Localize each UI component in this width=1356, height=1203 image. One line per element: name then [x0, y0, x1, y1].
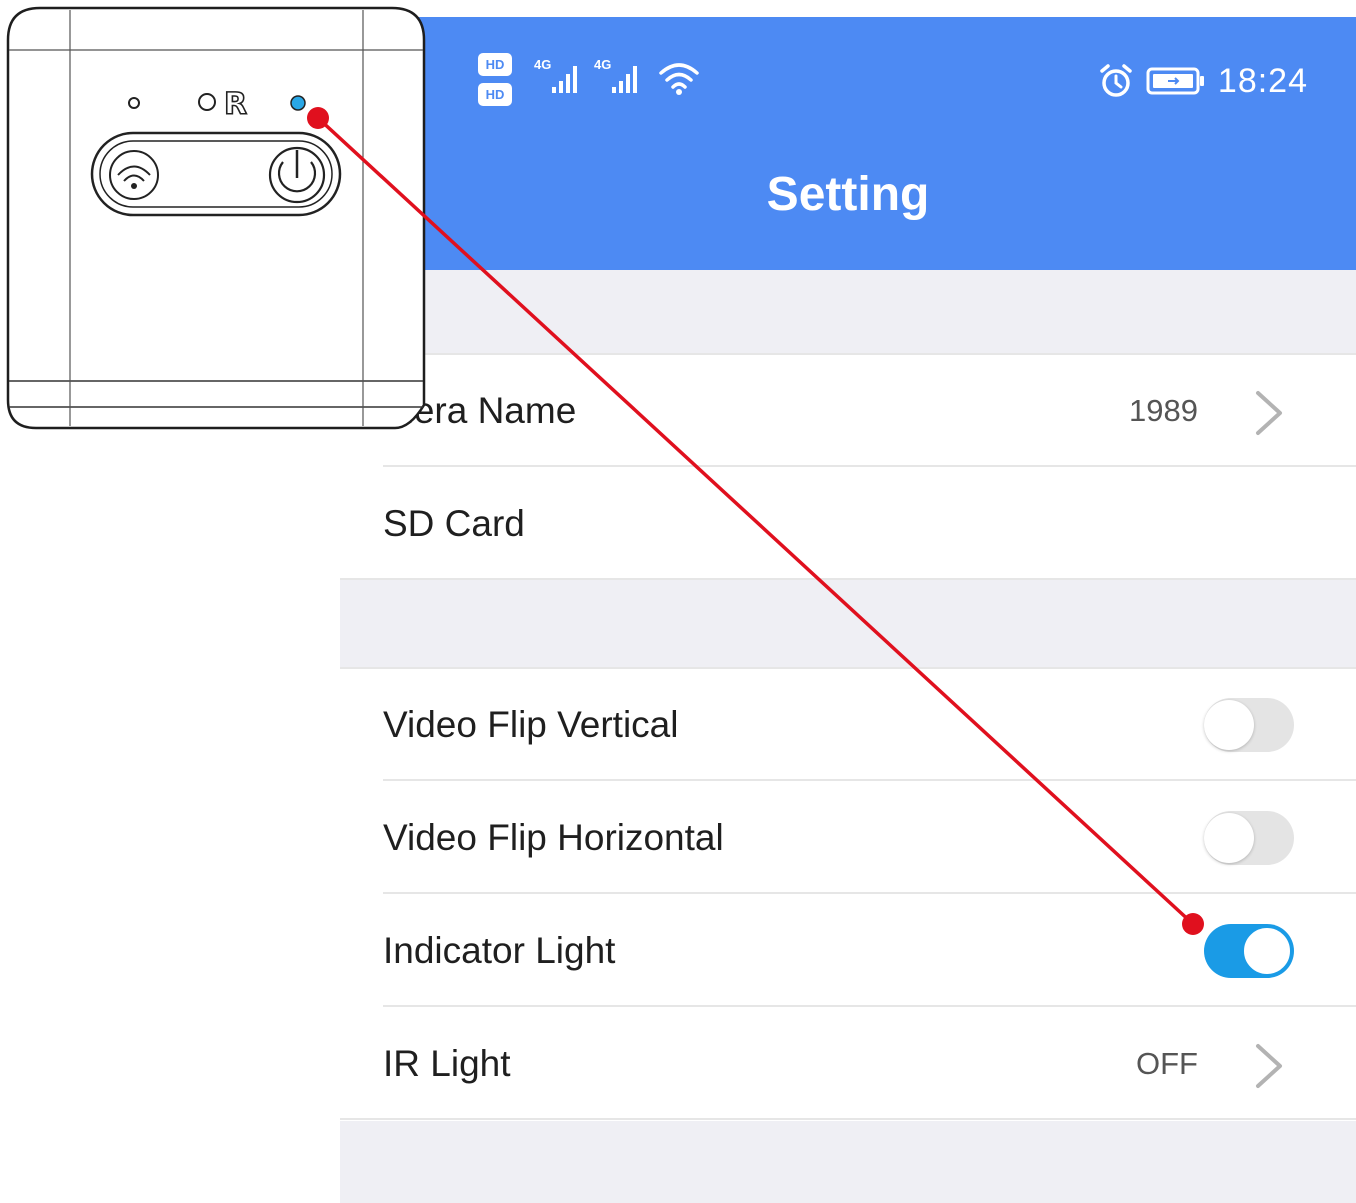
- section-gap: [340, 270, 1356, 354]
- video-flip-horizontal-toggle[interactable]: [1204, 811, 1294, 865]
- divider: [383, 892, 1356, 894]
- setting-value: 1989: [1129, 393, 1198, 428]
- page-title: Setting: [766, 168, 930, 221]
- reset-label: R: [224, 87, 247, 122]
- setting-row-video-flip-horizontal: Video Flip Horizontal: [340, 782, 1356, 894]
- divider: [340, 1118, 1356, 1120]
- toggle-knob: [1204, 700, 1254, 750]
- hd-icon: HD: [478, 53, 512, 76]
- network-type-label: 4G: [594, 57, 612, 72]
- setting-row-camera-name[interactable]: mera Name 1989: [340, 355, 1356, 467]
- camera-device-illustration: R: [6, 6, 426, 430]
- setting-row-sd-card[interactable]: SD Card: [340, 468, 1356, 580]
- alarm-icon: [1100, 64, 1132, 97]
- signal-icon: [612, 66, 637, 93]
- section-gap: [340, 1121, 1356, 1203]
- chevron-right-icon: [1256, 1044, 1282, 1088]
- divider: [383, 779, 1356, 781]
- status-bar-left: HD HD 4G 4G: [478, 53, 718, 109]
- setting-row-video-flip-vertical: Video Flip Vertical: [340, 669, 1356, 781]
- app-header: HD HD 4G 4G 18:24 Setting: [340, 17, 1356, 270]
- toggle-knob: [1204, 813, 1254, 863]
- setting-row-ir-light[interactable]: IR Light OFF: [340, 1008, 1356, 1120]
- setting-label: IR Light: [383, 1043, 511, 1084]
- setting-row-indicator-light: Indicator Light: [340, 895, 1356, 1007]
- setting-label: Video Flip Vertical: [383, 704, 679, 745]
- battery-icon: [1146, 67, 1204, 95]
- network-type-label: 4G: [534, 57, 552, 72]
- signal-icon: [552, 66, 577, 93]
- settings-screen: HD HD 4G 4G 18:24 Setting mera Name 1989…: [340, 17, 1356, 1203]
- indicator-led: [290, 95, 306, 111]
- status-time: 18:24: [1217, 61, 1308, 100]
- setting-value: OFF: [1136, 1046, 1198, 1081]
- divider: [383, 465, 1356, 467]
- toggle-knob: [1242, 926, 1292, 976]
- wifi-icon: [659, 63, 699, 95]
- section-gap: [340, 580, 1356, 668]
- video-flip-vertical-toggle[interactable]: [1204, 698, 1294, 752]
- indicator-light-toggle[interactable]: [1204, 924, 1294, 978]
- hd-icon: HD: [478, 83, 512, 106]
- setting-label: Indicator Light: [383, 930, 616, 971]
- divider: [383, 1005, 1356, 1007]
- chevron-right-icon: [1256, 391, 1282, 435]
- setting-label: Video Flip Horizontal: [383, 817, 724, 858]
- status-bar-right: 18:24: [1098, 61, 1308, 101]
- setting-label: SD Card: [383, 503, 525, 544]
